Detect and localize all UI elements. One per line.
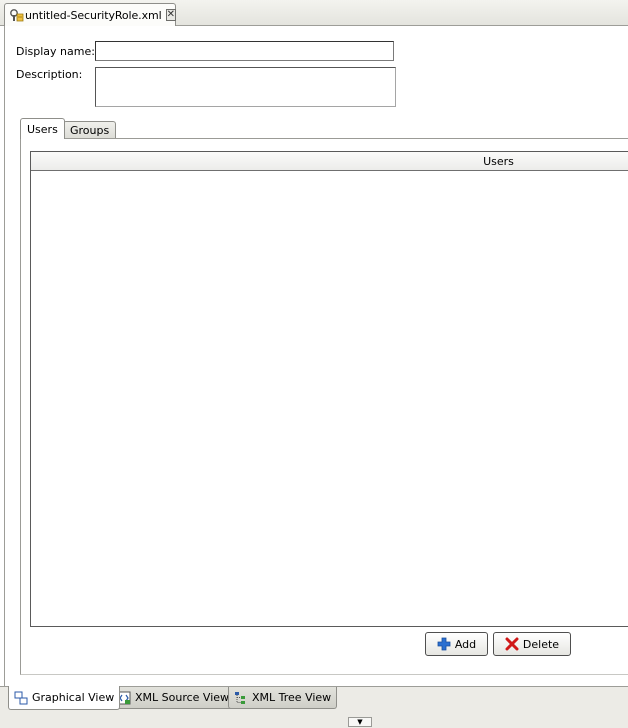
tab-users-label: Users xyxy=(27,122,58,136)
xml-document-icon xyxy=(8,7,24,23)
graphical-view-icon xyxy=(14,691,28,705)
document-tab-strip: untitled-SecurityRole.xml ✕ xyxy=(0,0,628,26)
tab-xml-tree-view[interactable]: XML Tree View xyxy=(228,687,338,709)
delete-icon xyxy=(505,637,519,651)
tab-xml-source-view[interactable]: XML Source View xyxy=(111,687,236,709)
display-name-input[interactable] xyxy=(95,41,394,61)
close-icon[interactable]: ✕ xyxy=(165,9,176,21)
tab-groups[interactable]: Groups xyxy=(63,121,117,139)
tab-graphical-view[interactable]: Graphical View xyxy=(8,686,121,710)
delete-button[interactable]: Delete xyxy=(493,632,571,656)
tab-groups-label: Groups xyxy=(70,124,110,137)
view-tab-strip: Graphical View XML Source View XML Tree … xyxy=(0,686,628,714)
tab-xml-source-view-label: XML Source View xyxy=(135,691,230,704)
document-tab-title: untitled-SecurityRole.xml xyxy=(25,8,162,22)
xml-tree-icon xyxy=(234,691,248,705)
tab-xml-tree-view-label: XML Tree View xyxy=(252,691,332,704)
add-icon xyxy=(437,637,451,651)
bottom-panel-strip: ▼ xyxy=(0,714,628,728)
collapse-handle[interactable]: ▼ xyxy=(348,717,372,727)
description-field[interactable] xyxy=(95,67,396,107)
delete-button-label: Delete xyxy=(522,637,560,651)
users-column-header-label: Users xyxy=(483,154,514,168)
tab-users[interactable]: Users xyxy=(20,118,65,139)
chevron-down-icon: ▼ xyxy=(357,717,363,726)
users-column-header[interactable]: Users xyxy=(31,152,628,171)
add-button[interactable]: Add xyxy=(425,632,488,656)
add-button-label: Add xyxy=(454,637,477,651)
users-table[interactable]: Users xyxy=(30,151,628,627)
tab-graphical-view-label: Graphical View xyxy=(32,691,115,704)
display-name-label: Display name: xyxy=(16,45,95,58)
document-tab[interactable]: untitled-SecurityRole.xml ✕ xyxy=(4,3,176,26)
description-label: Description: xyxy=(16,68,83,81)
